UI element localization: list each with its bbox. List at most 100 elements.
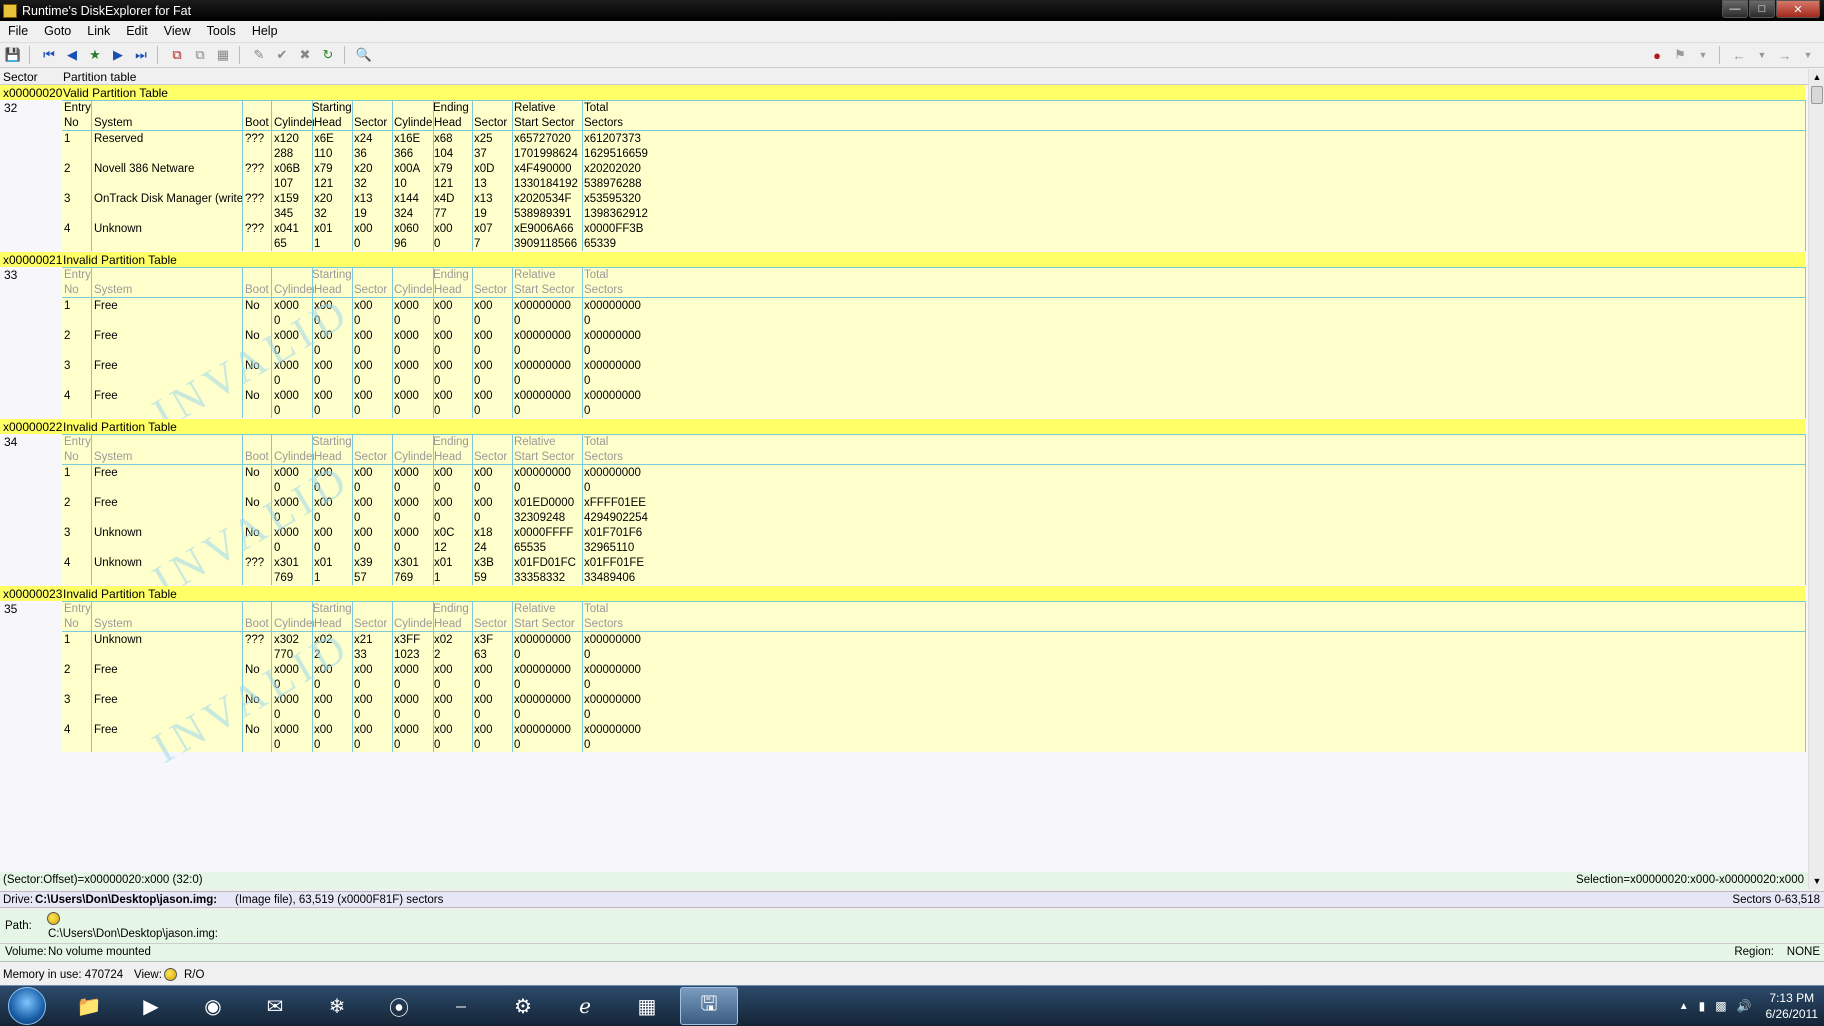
entry-dec-value: 538989391 xyxy=(514,208,572,220)
entry-hex-value: x00 xyxy=(314,360,333,372)
view-icon[interactable] xyxy=(164,968,177,981)
entry-dec-value: 0 xyxy=(314,709,321,721)
back-icon[interactable]: ← xyxy=(1729,45,1749,65)
prev-icon[interactable]: ◀ xyxy=(62,45,82,65)
path-label: Path: xyxy=(5,920,32,932)
red-app-icon[interactable]: ⦿ xyxy=(370,987,428,1025)
media-player-icon[interactable]: ▶ xyxy=(122,987,180,1025)
no-header: No xyxy=(64,117,79,129)
dropdown-icon[interactable]: ▼ xyxy=(1798,45,1818,65)
entry-dec-value: 0 xyxy=(434,405,441,417)
partition-view[interactable]: x00000020 Valid Partition Table 32 Entry Sta… xyxy=(0,85,1808,872)
snowflake-app-icon[interactable]: ❄ xyxy=(308,987,366,1025)
entry-dec-value: 0 xyxy=(434,375,441,387)
sector-title-bar[interactable]: x00000022 Invalid Partition Table xyxy=(0,419,1805,434)
settings-app-icon[interactable]: ⚙ xyxy=(494,987,552,1025)
dropdown-icon[interactable]: ▼ xyxy=(1752,45,1772,65)
title-bar: Runtime's DiskExplorer for Fat — □ ✕ xyxy=(0,0,1824,21)
table-status: Invalid Partition Table xyxy=(63,420,177,434)
partition-table[interactable]: Entry Starting Ending Relative Total No System… xyxy=(62,434,1806,606)
internet-explorer-icon[interactable]: ℯ xyxy=(556,987,614,1025)
refresh-icon[interactable]: ↻ xyxy=(318,45,338,65)
partition-table[interactable]: Entry Starting Ending Relative Total No System… xyxy=(62,100,1806,251)
save-icon[interactable]: 💾 xyxy=(3,45,23,65)
next-icon[interactable]: ▶ xyxy=(108,45,128,65)
clock-date: 6/26/2011 xyxy=(1765,1007,1819,1021)
clock[interactable]: 7:13 PM 6/26/2011 xyxy=(1766,990,1819,1022)
outlook-icon[interactable]: ✉ xyxy=(246,987,304,1025)
sector-block[interactable]: x00000022 Invalid Partition Table 34 Entry S… xyxy=(0,419,1808,606)
menu-tools[interactable]: Tools xyxy=(199,24,244,38)
dropdown-icon[interactable]: ▼ xyxy=(1693,45,1713,65)
grid-icon[interactable]: ▦ xyxy=(213,45,233,65)
entry-hex-value: x79 xyxy=(314,163,333,175)
excel-icon[interactable]: ▦ xyxy=(618,987,676,1025)
scroll-up-icon[interactable]: ▲ xyxy=(1809,69,1824,85)
entry-no: 2 xyxy=(64,664,71,676)
tray-expand-icon[interactable]: ▲ xyxy=(1679,1001,1689,1012)
check-icon[interactable]: ✔ xyxy=(272,45,292,65)
paste-icon[interactable]: ⧉ xyxy=(190,45,210,65)
window-controls: — □ ✕ xyxy=(1721,0,1820,18)
cancel-icon[interactable]: ✖ xyxy=(295,45,315,65)
entry-dec-value: 0 xyxy=(394,739,401,751)
entry-hex-value: xFFFF01EE xyxy=(584,497,646,509)
maximize-button[interactable]: □ xyxy=(1749,0,1775,18)
entry-hex-value: x00 xyxy=(474,664,493,676)
edit-icon[interactable]: ✎ xyxy=(249,45,269,65)
entry-dec-value: 65339 xyxy=(584,238,616,250)
entry-dec-value: 1023 xyxy=(394,649,420,661)
drive-path[interactable]: C:\Users\Don\Desktop\jason.img: xyxy=(35,894,217,906)
tray-app-icon[interactable]: ▮ xyxy=(1699,999,1706,1013)
entry-hex-value: x00 xyxy=(314,390,333,402)
entry-hex-value: x00 xyxy=(434,360,453,372)
entry-dec-value: 4294902254 xyxy=(584,512,648,524)
sector-block[interactable]: x00000020 Valid Partition Table 32 Entry Sta… xyxy=(0,85,1808,251)
diskexplorer-task-icon[interactable]: 🖫 xyxy=(680,987,738,1025)
close-button[interactable]: ✕ xyxy=(1776,0,1820,18)
menu-file[interactable]: File xyxy=(0,24,36,38)
sector-title-bar[interactable]: x00000021 Invalid Partition Table xyxy=(0,252,1805,267)
bug-icon[interactable]: ● xyxy=(1647,45,1667,65)
find-icon[interactable]: 🔍 xyxy=(354,45,374,65)
key-app-icon[interactable]: ⎯ xyxy=(432,987,490,1025)
disk-icon[interactable] xyxy=(47,912,60,925)
forward-icon[interactable]: → xyxy=(1775,45,1795,65)
sector-title-bar[interactable]: x00000020 Valid Partition Table xyxy=(0,85,1805,100)
minimize-button[interactable]: — xyxy=(1722,0,1748,18)
copy-icon[interactable]: ⧉ xyxy=(167,45,187,65)
scroll-down-icon[interactable]: ▼ xyxy=(1809,873,1824,889)
grid-line xyxy=(62,130,1805,131)
entry-hex-value: x000 xyxy=(274,390,299,402)
scroll-thumb[interactable] xyxy=(1811,86,1823,104)
entry-dec-value: 57 xyxy=(354,572,367,584)
menu-help[interactable]: Help xyxy=(244,24,286,38)
sector-title-bar[interactable]: x00000023 Invalid Partition Table xyxy=(0,586,1805,601)
menu-goto[interactable]: Goto xyxy=(36,24,79,38)
sector-block[interactable]: x00000021 Invalid Partition Table 33 Entry S… xyxy=(0,252,1808,439)
entry-hex-value: x53595320 xyxy=(584,193,641,205)
explorer-icon[interactable]: 📁 xyxy=(60,987,118,1025)
menu-view[interactable]: View xyxy=(156,24,199,38)
path-value[interactable]: C:\Users\Don\Desktop\jason.img: xyxy=(48,928,218,940)
menu-link[interactable]: Link xyxy=(79,24,118,38)
grid-line xyxy=(91,267,92,418)
partition-table[interactable]: Entry Starting Ending Relative Total No System… xyxy=(62,601,1806,773)
sector-block[interactable]: x00000023 Invalid Partition Table 35 Entry S… xyxy=(0,586,1808,773)
network-icon[interactable]: ▩ xyxy=(1715,999,1726,1013)
offset-status-bar: (Sector:Offset)=x00000020:x000 (32:0) Se… xyxy=(0,872,1808,889)
partition-table[interactable]: Entry Starting Ending Relative Total No System… xyxy=(62,267,1806,439)
first-icon[interactable]: ⏮ xyxy=(39,45,59,65)
menu-edit[interactable]: Edit xyxy=(118,24,156,38)
volume-icon[interactable]: 🔊 xyxy=(1737,999,1752,1013)
home-icon[interactable]: ★ xyxy=(85,45,105,65)
bookmark-icon[interactable]: ⚑ xyxy=(1670,45,1690,65)
entry-dec-value: 33358332 xyxy=(514,572,566,584)
vertical-scrollbar[interactable]: ▲ ▼ xyxy=(1808,69,1824,889)
grid-line xyxy=(91,601,92,752)
drive-info: (Image file), 63,519 (x0000F81F) sectors xyxy=(235,894,444,906)
start-button[interactable] xyxy=(8,987,46,1025)
entry-hex-value: x00 xyxy=(434,300,453,312)
last-icon[interactable]: ⏭ xyxy=(131,45,151,65)
chrome-icon[interactable]: ◉ xyxy=(184,987,242,1025)
